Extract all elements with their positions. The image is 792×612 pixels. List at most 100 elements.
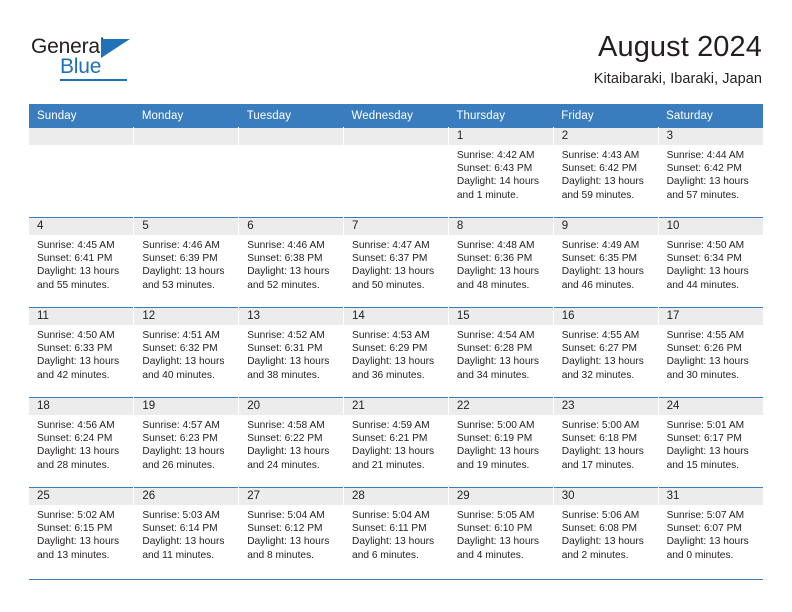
day-cell-8[interactable]: 8 Sunrise: 4:48 AM Sunset: 6:36 PM Daylight… bbox=[448, 217, 554, 308]
day-detail-line: Sunset: 6:24 PM bbox=[37, 433, 113, 445]
weekday-header-wednesday: Wednesday bbox=[343, 104, 449, 128]
day-cell-9[interactable]: 9 Sunrise: 4:49 AM Sunset: 6:35 PM Daylight… bbox=[553, 217, 659, 308]
day-cell-5[interactable]: 5 Sunrise: 4:46 AM Sunset: 6:39 PM Daylight… bbox=[133, 217, 240, 308]
page-title: August 2024 bbox=[598, 31, 762, 63]
day-cell-21[interactable]: 21 Sunrise: 4:59 AM Sunset: 6:21 PM Dayligh… bbox=[343, 397, 449, 488]
day-cell-empty bbox=[343, 127, 449, 218]
day-detail-line: Sunset: 6:17 PM bbox=[666, 433, 742, 445]
day-detail-line: and 0 minutes. bbox=[666, 549, 734, 561]
day-detail-line: Daylight: 13 hours bbox=[247, 446, 330, 458]
calendar-page: General Blue August 2024 Kitaibaraki, Ib… bbox=[0, 0, 792, 612]
day-detail-line: and 26 minutes. bbox=[142, 459, 215, 471]
day-number: 7 bbox=[344, 218, 448, 235]
day-detail-line: and 55 minutes. bbox=[37, 279, 110, 291]
day-detail-line: Sunrise: 4:56 AM bbox=[37, 420, 115, 431]
day-details: Sunrise: 4:54 AM Sunset: 6:28 PM Daylight:… bbox=[449, 325, 553, 382]
weekday-header-saturday: Saturday bbox=[658, 104, 763, 128]
day-detail-line: Sunset: 6:23 PM bbox=[142, 433, 218, 445]
day-detail-line: Sunset: 6:08 PM bbox=[561, 523, 638, 535]
day-details: Sunrise: 4:56 AM Sunset: 6:24 PM Daylight:… bbox=[29, 415, 133, 472]
day-cell-24[interactable]: 24 Sunrise: 5:01 AM Sunset: 6:17 PM Dayligh… bbox=[658, 397, 763, 488]
day-cell-29[interactable]: 29 Sunrise: 5:05 AM Sunset: 6:10 PM Dayligh… bbox=[448, 487, 554, 577]
day-number: 10 bbox=[658, 218, 763, 235]
day-detail-line: Sunrise: 4:48 AM bbox=[456, 240, 535, 251]
day-number: 16 bbox=[553, 308, 658, 325]
day-cell-13[interactable]: 13 Sunrise: 4:52 AM Sunset: 6:31 PM Dayligh… bbox=[238, 307, 345, 398]
day-detail-line: Daylight: 13 hours bbox=[142, 266, 225, 278]
day-number: 9 bbox=[553, 218, 658, 235]
day-detail-line: and 28 minutes. bbox=[37, 459, 110, 471]
day-cell-6[interactable]: 6 Sunrise: 4:46 AM Sunset: 6:38 PM Daylight… bbox=[238, 217, 345, 308]
day-detail-line: and 32 minutes. bbox=[561, 369, 635, 381]
day-detail-line: Daylight: 13 hours bbox=[456, 446, 539, 458]
day-cell-16[interactable]: 16 Sunrise: 4:55 AM Sunset: 6:27 PM Dayligh… bbox=[553, 307, 659, 398]
day-detail-line: Sunrise: 4:44 AM bbox=[666, 150, 745, 161]
day-details: Sunrise: 4:55 AM Sunset: 6:26 PM Daylight:… bbox=[659, 325, 763, 382]
day-number bbox=[134, 128, 239, 145]
day-detail-line: and 38 minutes. bbox=[247, 369, 320, 381]
day-detail-line: Sunrise: 4:46 AM bbox=[247, 240, 325, 251]
day-number: 17 bbox=[658, 308, 763, 325]
day-cell-25[interactable]: 25 Sunrise: 5:02 AM Sunset: 6:15 PM Dayligh… bbox=[29, 487, 135, 577]
day-cell-23[interactable]: 23 Sunrise: 5:00 AM Sunset: 6:18 PM Dayligh… bbox=[553, 397, 659, 488]
day-detail-line: and 21 minutes. bbox=[352, 459, 425, 471]
day-detail-line: Daylight: 13 hours bbox=[352, 356, 435, 368]
day-cell-empty bbox=[133, 127, 240, 218]
day-cell-1[interactable]: 1 Sunrise: 4:42 AM Sunset: 6:43 PM Daylight… bbox=[448, 127, 554, 218]
day-cell-31[interactable]: 31 Sunrise: 5:07 AM Sunset: 6:07 PM Dayligh… bbox=[658, 487, 763, 577]
day-detail-line: Daylight: 13 hours bbox=[352, 266, 435, 278]
day-detail-line: and 53 minutes. bbox=[142, 279, 215, 291]
day-detail-line: Sunrise: 4:51 AM bbox=[142, 330, 220, 341]
day-detail-line: Sunrise: 4:42 AM bbox=[456, 150, 535, 161]
day-number: 30 bbox=[553, 488, 658, 505]
day-detail-line: Daylight: 13 hours bbox=[666, 176, 749, 188]
day-cell-19[interactable]: 19 Sunrise: 4:57 AM Sunset: 6:23 PM Dayligh… bbox=[133, 397, 240, 488]
day-cell-17[interactable]: 17 Sunrise: 4:55 AM Sunset: 6:26 PM Dayligh… bbox=[658, 307, 763, 398]
day-cell-20[interactable]: 20 Sunrise: 4:58 AM Sunset: 6:22 PM Dayligh… bbox=[238, 397, 345, 488]
day-cell-27[interactable]: 27 Sunrise: 5:04 AM Sunset: 6:12 PM Dayligh… bbox=[238, 487, 345, 577]
day-detail-line: and 11 minutes. bbox=[142, 549, 215, 561]
day-number: 19 bbox=[134, 398, 239, 415]
day-detail-line: and 52 minutes. bbox=[247, 279, 320, 291]
day-cell-26[interactable]: 26 Sunrise: 5:03 AM Sunset: 6:14 PM Dayligh… bbox=[133, 487, 240, 577]
day-cell-11[interactable]: 11 Sunrise: 4:50 AM Sunset: 6:33 PM Dayligh… bbox=[29, 307, 135, 398]
day-number: 1 bbox=[448, 128, 553, 145]
day-detail-line: and 48 minutes. bbox=[456, 279, 530, 291]
day-detail-line: and 40 minutes. bbox=[142, 369, 215, 381]
day-number: 22 bbox=[448, 398, 553, 415]
day-number: 21 bbox=[344, 398, 448, 415]
day-detail-line: and 44 minutes. bbox=[666, 279, 740, 291]
day-detail-line: Sunrise: 4:55 AM bbox=[666, 330, 745, 341]
weekday-header-sunday: Sunday bbox=[29, 104, 134, 128]
day-cell-10[interactable]: 10 Sunrise: 4:50 AM Sunset: 6:34 PM Dayligh… bbox=[658, 217, 763, 308]
day-cell-30[interactable]: 30 Sunrise: 5:06 AM Sunset: 6:08 PM Dayligh… bbox=[553, 487, 659, 577]
day-details: Sunrise: 4:45 AM Sunset: 6:41 PM Daylight:… bbox=[29, 235, 133, 292]
day-cell-7[interactable]: 7 Sunrise: 4:47 AM Sunset: 6:37 PM Daylight… bbox=[343, 217, 449, 308]
day-details: Sunrise: 4:53 AM Sunset: 6:29 PM Daylight:… bbox=[344, 325, 448, 382]
day-detail-line: Sunrise: 4:46 AM bbox=[142, 240, 220, 251]
day-detail-line: Daylight: 13 hours bbox=[37, 536, 120, 548]
day-number: 5 bbox=[134, 218, 239, 235]
day-details: Sunrise: 4:42 AM Sunset: 6:43 PM Daylight:… bbox=[449, 145, 553, 202]
day-detail-line: and 57 minutes. bbox=[666, 189, 740, 201]
day-detail-line: and 6 minutes. bbox=[352, 549, 419, 561]
day-cell-4[interactable]: 4 Sunrise: 4:45 AM Sunset: 6:41 PM Daylight… bbox=[29, 217, 135, 308]
day-detail-line: Daylight: 13 hours bbox=[666, 446, 749, 458]
day-cell-28[interactable]: 28 Sunrise: 5:04 AM Sunset: 6:11 PM Dayligh… bbox=[343, 487, 449, 577]
day-cell-12[interactable]: 12 Sunrise: 4:51 AM Sunset: 6:32 PM Dayligh… bbox=[133, 307, 240, 398]
day-cell-2[interactable]: 2 Sunrise: 4:43 AM Sunset: 6:42 PM Daylight… bbox=[553, 127, 659, 218]
day-details: Sunrise: 4:47 AM Sunset: 6:37 PM Daylight:… bbox=[344, 235, 448, 292]
day-detail-line: and 13 minutes. bbox=[37, 549, 110, 561]
weekday-header-tuesday: Tuesday bbox=[238, 104, 344, 128]
day-cell-3[interactable]: 3 Sunrise: 4:44 AM Sunset: 6:42 PM Daylight… bbox=[658, 127, 763, 218]
day-cell-22[interactable]: 22 Sunrise: 5:00 AM Sunset: 6:19 PM Dayligh… bbox=[448, 397, 554, 488]
calendar-week-row: 25 Sunrise: 5:02 AM Sunset: 6:15 PM Dayligh… bbox=[29, 487, 763, 577]
day-detail-line: Daylight: 13 hours bbox=[37, 356, 120, 368]
day-number: 25 bbox=[29, 488, 134, 505]
day-number: 31 bbox=[658, 488, 763, 505]
day-cell-18[interactable]: 18 Sunrise: 4:56 AM Sunset: 6:24 PM Dayligh… bbox=[29, 397, 135, 488]
day-detail-line: Sunset: 6:21 PM bbox=[352, 433, 428, 445]
day-detail-line: Sunset: 6:19 PM bbox=[456, 433, 533, 445]
day-cell-15[interactable]: 15 Sunrise: 4:54 AM Sunset: 6:28 PM Dayligh… bbox=[448, 307, 554, 398]
day-cell-14[interactable]: 14 Sunrise: 4:53 AM Sunset: 6:29 PM Dayligh… bbox=[343, 307, 449, 398]
